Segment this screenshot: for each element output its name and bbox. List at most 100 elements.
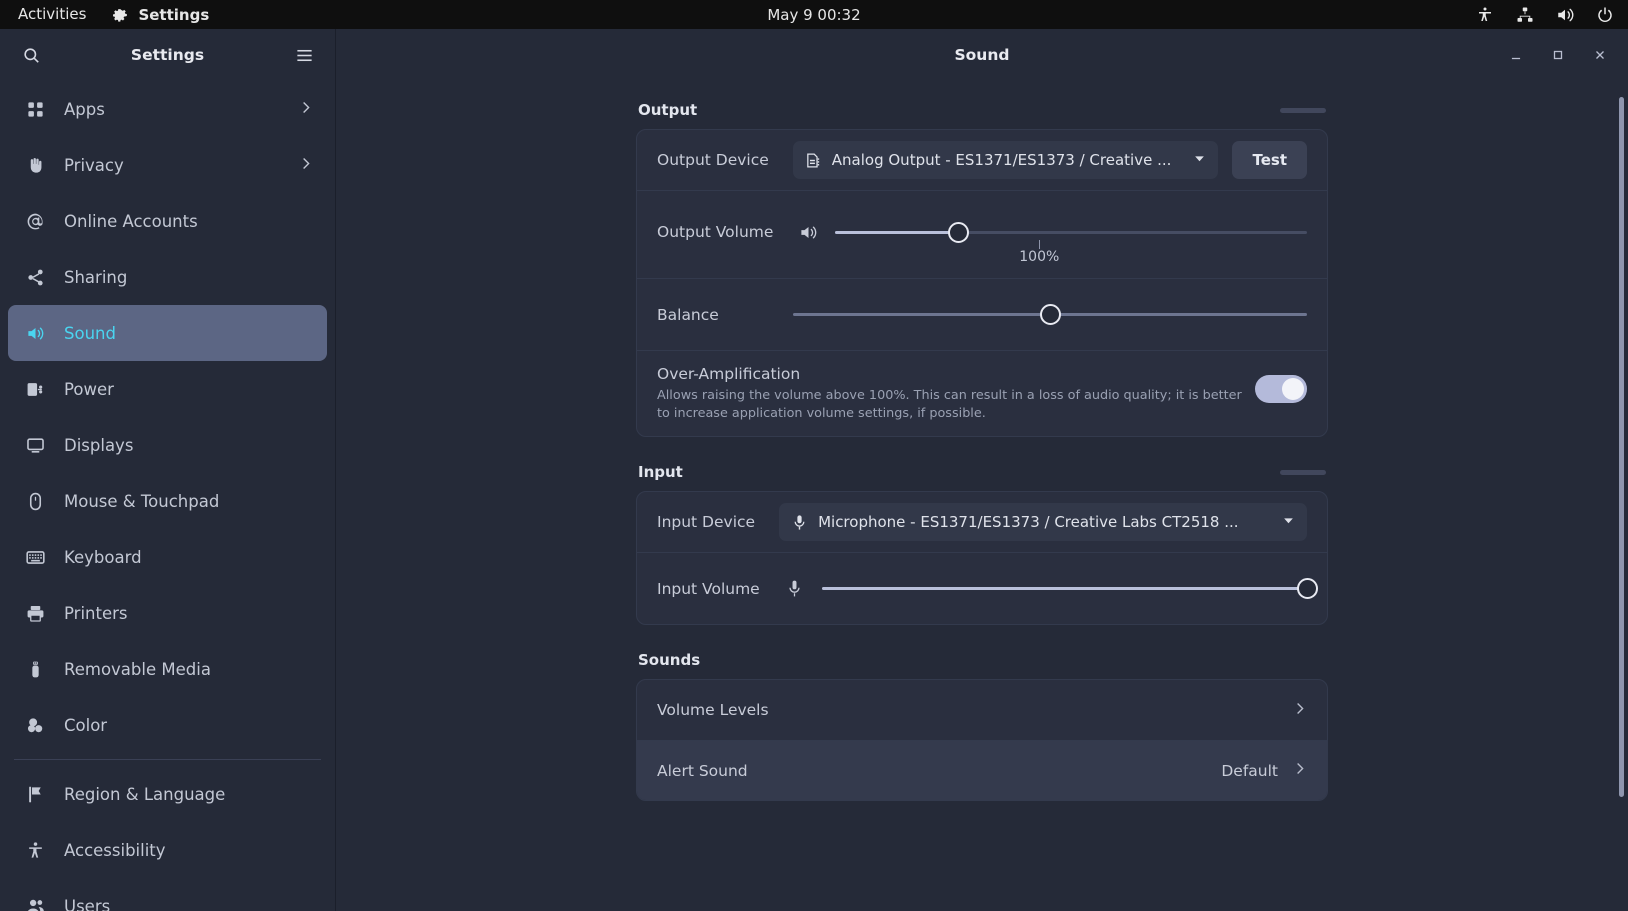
activities-button[interactable]: Activities	[0, 0, 100, 29]
scrollbar-thumb[interactable]	[1619, 97, 1624, 797]
sidebar-item-printers[interactable]: Printers	[8, 585, 327, 641]
flag-icon	[22, 785, 48, 804]
input-heading-row: Input	[636, 463, 1328, 491]
sidebar-item-label: Sharing	[64, 267, 128, 287]
sidebar-item-mouse-touchpad[interactable]: Mouse & Touchpad	[8, 473, 327, 529]
sidebar-item-sharing[interactable]: Sharing	[8, 249, 327, 305]
sidebar-item-color[interactable]: Color	[8, 697, 327, 753]
sounds-row-value-group: Default	[1221, 761, 1307, 780]
sounds-row-volume-levels[interactable]: Volume Levels	[637, 680, 1327, 740]
sounds-heading-row: Sounds	[636, 651, 1328, 679]
printer-icon	[22, 604, 48, 623]
sidebar-item-region-language[interactable]: Region & Language	[8, 766, 327, 822]
system-indicators[interactable]	[1476, 0, 1614, 29]
sidebar-item-removable-media[interactable]: Removable Media	[8, 641, 327, 697]
sidebar-item-label: Mouse & Touchpad	[64, 491, 220, 511]
hamburger-menu-icon[interactable]	[291, 42, 317, 68]
sounds-row-label: Volume Levels	[657, 701, 769, 720]
output-volume-label: Output Volume	[657, 223, 774, 241]
share-nodes-icon	[22, 268, 48, 287]
slider-tick-label: 100%	[1019, 249, 1060, 265]
over-amplification-description: Allows raising the volume above 100%. Th…	[657, 388, 1242, 421]
slider-track[interactable]	[821, 586, 1307, 590]
sidebar-item-label: Displays	[64, 435, 134, 455]
sidebar-item-label: Region & Language	[64, 784, 226, 804]
vertical-scrollbar[interactable]	[1619, 97, 1624, 887]
sidebar-item-privacy[interactable]: Privacy	[8, 137, 327, 193]
output-device-combo[interactable]: Analog Output - ES1371/ES1373 / Creative…	[792, 141, 1219, 179]
sidebar-item-sound[interactable]: Sound	[8, 305, 327, 361]
main-panel: Sound Output Output Device Analog Output…	[336, 29, 1628, 911]
slider-tick-mark	[1039, 240, 1041, 249]
page-title: Sound	[954, 46, 1010, 64]
minimize-button[interactable]	[1502, 41, 1530, 69]
output-volume-slider[interactable]: 100%	[835, 203, 1307, 265]
output-drag-handle[interactable]	[1280, 107, 1326, 113]
settings-window: Settings Apps Privacy Online Accounts Shari…	[0, 29, 1628, 911]
sidebar-item-users[interactable]: Users	[8, 878, 327, 911]
output-device-value: Analog Output - ES1371/ES1373 / Creative…	[831, 151, 1172, 169]
search-icon[interactable]	[18, 42, 44, 68]
window-controls	[1502, 29, 1614, 81]
slider-fill	[835, 231, 959, 234]
slider-handle[interactable]	[948, 222, 970, 243]
sound-settings-content: Output Output Device Analog Output - ES1…	[336, 81, 1628, 911]
power-plug-icon	[22, 380, 48, 399]
maximize-button[interactable]	[1544, 41, 1572, 69]
sidebar-item-label: Printers	[64, 603, 128, 623]
window-titlebar: Sound	[336, 29, 1628, 81]
input-device-value: Microphone - ES1371/ES1373 / Creative La…	[818, 513, 1239, 532]
sidebar-item-label: Sound	[64, 323, 116, 343]
users-icon	[22, 897, 48, 911]
sidebar-item-apps[interactable]: Apps	[8, 81, 327, 137]
sounds-row-alert-sound[interactable]: Alert Sound Default	[637, 740, 1327, 801]
app-menu-button[interactable]: Settings	[100, 6, 221, 24]
input-device-combo[interactable]: Microphone - ES1371/ES1373 / Creative La…	[779, 503, 1307, 542]
accessibility-icon[interactable]	[1476, 6, 1494, 24]
gear-icon	[112, 6, 130, 24]
sounds-row-value-group	[1278, 701, 1307, 720]
over-amplification-toggle[interactable]	[1255, 375, 1307, 403]
color-circles-icon	[22, 716, 48, 735]
chevron-right-icon	[1292, 701, 1307, 720]
network-wired-icon[interactable]	[1516, 6, 1534, 24]
microphone-icon	[782, 579, 808, 598]
balance-row: Balance	[637, 278, 1327, 350]
sidebar-item-displays[interactable]: Displays	[8, 417, 327, 473]
volume-icon[interactable]	[1556, 6, 1574, 24]
sidebar-item-keyboard[interactable]: Keyboard	[8, 529, 327, 585]
speaker-wave-icon	[795, 223, 821, 242]
input-volume-slider[interactable]	[821, 559, 1318, 619]
sidebar-item-label: Accessibility	[64, 840, 166, 860]
app-menu-label: Settings	[138, 5, 210, 24]
microphone-icon	[794, 515, 805, 530]
chevron-down-icon	[1193, 151, 1206, 169]
chevron-right-icon	[298, 156, 313, 175]
input-drag-handle[interactable]	[1280, 469, 1326, 475]
slider-handle[interactable]	[1039, 303, 1061, 325]
sidebar-item-power[interactable]: Power	[8, 361, 327, 417]
accessibility-icon	[22, 841, 48, 860]
speaker-icon	[22, 324, 48, 343]
close-button[interactable]	[1586, 41, 1614, 69]
output-device-label: Output Device	[657, 151, 769, 169]
balance-slider[interactable]	[792, 285, 1307, 345]
input-device-row: Input Device Microphone - ES1371/ES1373 …	[637, 492, 1327, 552]
sidebar-item-accessibility[interactable]: Accessibility	[8, 822, 327, 878]
clock[interactable]: May 9 00:32	[0, 6, 1628, 24]
input-volume-row: Input Volume	[637, 552, 1327, 624]
slider-track[interactable]	[835, 231, 1307, 234]
chevron-right-icon	[1292, 761, 1307, 780]
sidebar-item-online-accounts[interactable]: Online Accounts	[8, 193, 327, 249]
input-volume-label: Input Volume	[657, 579, 760, 598]
input-card: Input Device Microphone - ES1371/ES1373 …	[636, 491, 1328, 626]
sidebar-item-list: Apps Privacy Online Accounts Sharing Sound Po…	[0, 81, 335, 911]
over-amplification-row: Over-Amplification Allows raising the vo…	[637, 350, 1327, 436]
test-button[interactable]: Test	[1232, 141, 1307, 179]
slider-handle[interactable]	[1297, 577, 1318, 599]
input-heading: Input	[638, 463, 683, 482]
slider-fill	[821, 586, 1307, 590]
sounds-group: Sounds Volume Levels Alert Sound Default	[636, 651, 1328, 802]
power-icon[interactable]	[1596, 6, 1614, 24]
sidebar-item-label: Removable Media	[64, 659, 211, 679]
